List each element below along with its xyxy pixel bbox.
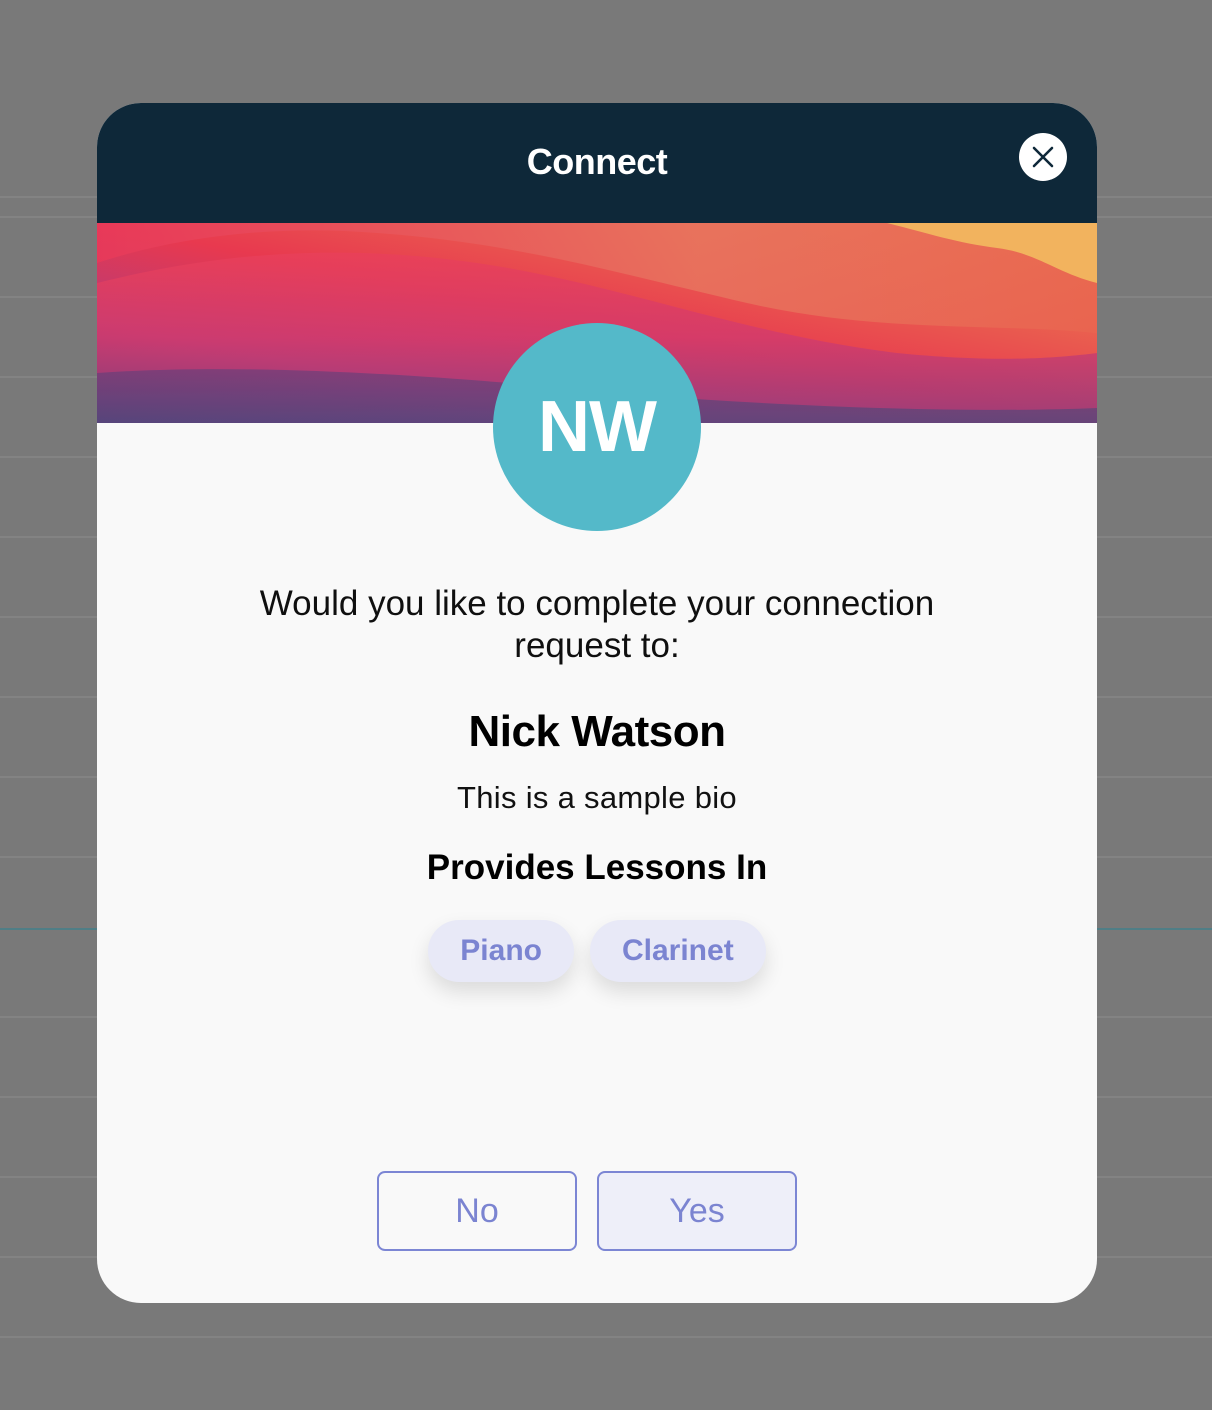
- close-icon: [1032, 146, 1054, 168]
- yes-button[interactable]: Yes: [597, 1171, 797, 1251]
- connection-prompt: Would you like to complete your connecti…: [259, 584, 935, 665]
- dialog-header: Connect: [97, 103, 1097, 223]
- close-button[interactable]: [1019, 133, 1067, 181]
- lesson-chip: Piano: [428, 920, 574, 982]
- avatar: NW: [493, 323, 701, 531]
- lessons-heading: Provides Lessons In: [426, 848, 768, 887]
- lesson-chip-list: Piano Clarinet: [97, 920, 1097, 982]
- connect-dialog: Connect NW Would you like to complete yo…: [97, 103, 1097, 1303]
- no-button[interactable]: No: [377, 1171, 577, 1251]
- background-divider: [0, 1336, 1212, 1338]
- dialog-title: Connect: [526, 141, 668, 182]
- dialog-actions: No Yes: [377, 1171, 797, 1251]
- profile-name: Nick Watson: [468, 707, 726, 756]
- profile-bio: This is a sample bio: [457, 780, 737, 815]
- lesson-chip: Clarinet: [589, 920, 766, 982]
